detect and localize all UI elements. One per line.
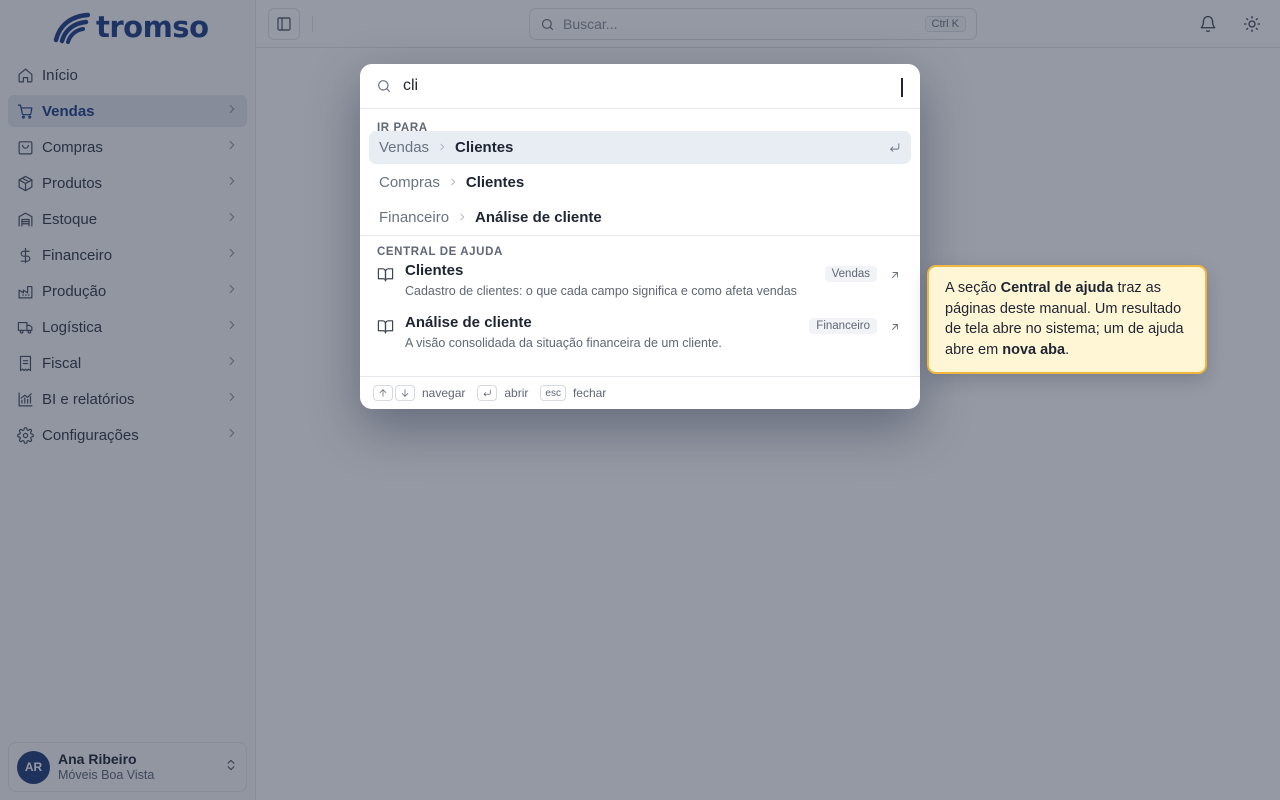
arrow-up-key	[373, 385, 393, 401]
help-result-badge: Financeiro	[809, 318, 877, 334]
help-result-description: A visão consolidada da situação financei…	[405, 336, 722, 350]
palette-search[interactable]: cli	[360, 64, 920, 109]
external-link-icon	[889, 320, 901, 338]
footer-close-label: fechar	[572, 386, 607, 400]
result-child: Clientes	[465, 174, 525, 191]
result-child: Clientes	[455, 139, 514, 156]
help-result-clientes[interactable]: Clientes Cadastro de clientes: o que cad…	[360, 258, 920, 310]
chevron-right-icon	[457, 209, 467, 226]
result-vendas-clientes[interactable]: Vendas Clientes	[369, 131, 911, 164]
palette-footer: navegar abrir esc fechar	[360, 376, 920, 409]
enter-key	[477, 385, 498, 401]
footer-navigate-label: navegar	[422, 386, 466, 400]
search-icon	[378, 80, 390, 92]
result-parent: Vendas	[379, 139, 430, 156]
text-caret	[901, 78, 903, 97]
external-link-icon	[889, 268, 901, 286]
chevron-right-icon	[448, 174, 458, 191]
result-parent: Compras	[379, 174, 440, 191]
tooltip-text: .	[1065, 341, 1070, 358]
esc-key: esc	[540, 385, 566, 401]
help-result-analise-cliente[interactable]: Análise de cliente A visão consolidada d…	[360, 310, 920, 362]
command-palette: cli Ir para Vendas Clientes Compras Clie…	[360, 64, 920, 409]
book-icon	[377, 266, 394, 288]
arrow-down-key	[395, 385, 415, 401]
tooltip-bold: Central de ajuda	[1000, 280, 1114, 296]
help-result-title: Clientes	[405, 262, 464, 279]
guide-tooltip: A seção Central de ajuda traz as páginas…	[927, 265, 1207, 374]
chevron-right-icon	[437, 139, 447, 156]
result-compras-clientes[interactable]: Compras Clientes	[369, 166, 911, 199]
result-child: Análise de cliente	[475, 209, 602, 226]
tooltip-bold: nova aba	[1002, 341, 1066, 358]
help-result-badge: Vendas	[824, 266, 877, 282]
result-parent: Financeiro	[379, 209, 450, 226]
group-label-central-de-ajuda: Central de ajuda	[377, 246, 503, 258]
help-result-description: Cadastro de clientes: o que cada campo s…	[405, 284, 797, 298]
palette-search-input[interactable]: cli	[403, 77, 418, 95]
book-icon	[377, 318, 394, 340]
result-financeiro-analise-cliente[interactable]: Financeiro Análise de cliente	[369, 201, 911, 234]
arrow-down-icon	[401, 389, 409, 397]
enter-icon	[484, 389, 492, 397]
footer-open-label: abrir	[504, 386, 529, 400]
group-label-ir-para: Ir para	[377, 122, 428, 134]
arrow-up-icon	[379, 389, 387, 397]
help-result-title: Análise de cliente	[405, 314, 532, 331]
tooltip-text: A seção	[945, 280, 1001, 296]
